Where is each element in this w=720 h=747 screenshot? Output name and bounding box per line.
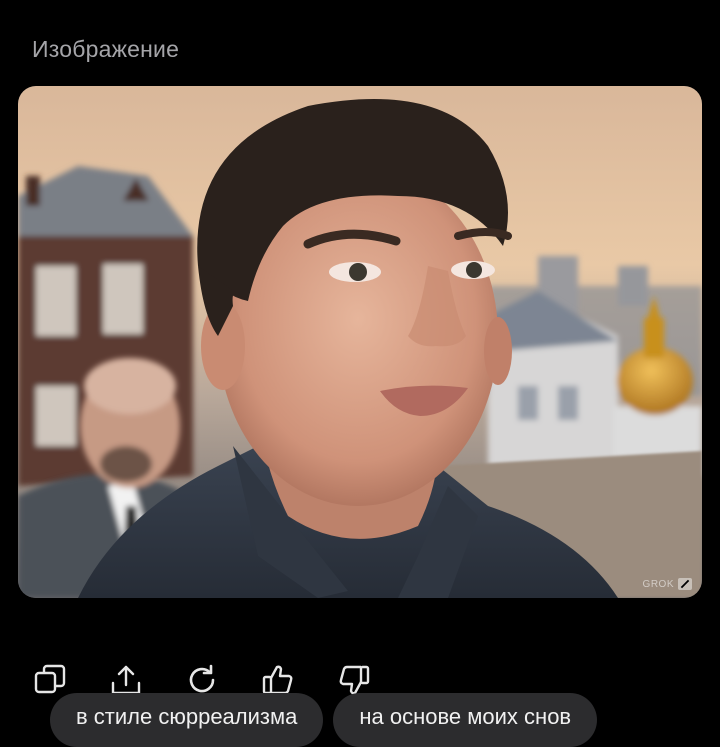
grok-watermark: GROK bbox=[643, 578, 692, 590]
watermark-label: GROK bbox=[642, 578, 674, 590]
suggestion-chips: в стиле сюрреализма на основе моих снов bbox=[50, 693, 598, 747]
suggestion-chip-surrealism[interactable]: в стиле сюрреализма bbox=[50, 693, 324, 747]
watermark-icon bbox=[678, 578, 692, 590]
portrait-illustration bbox=[18, 86, 702, 598]
regenerate-icon bbox=[189, 664, 215, 693]
thumbs-up-icon bbox=[262, 665, 293, 695]
share-icon bbox=[111, 665, 141, 695]
section-title: Изображение bbox=[32, 36, 180, 62]
generated-image[interactable]: GROK bbox=[18, 86, 702, 598]
suggestion-chip-dreams[interactable]: на основе моих снов bbox=[333, 693, 598, 747]
copy-icon bbox=[34, 664, 66, 694]
thumbs-down-icon bbox=[339, 665, 370, 695]
